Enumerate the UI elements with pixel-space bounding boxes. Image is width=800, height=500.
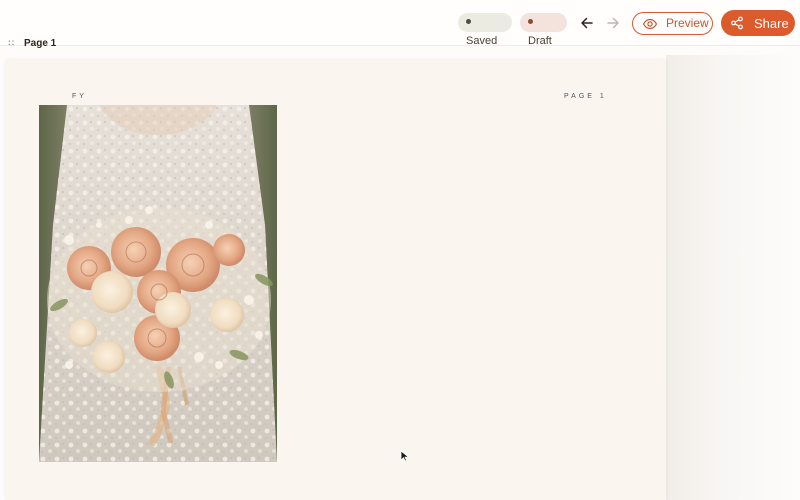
arrow-left-icon (581, 17, 593, 29)
draft-status-badge[interactable]: Draft (520, 13, 567, 47)
bouquet-image (39, 105, 277, 462)
saved-status-badge: Saved (458, 13, 512, 47)
page-canvas[interactable]: FY PAGE 1 (6, 60, 666, 500)
saved-dot-icon (466, 19, 471, 24)
page-header-initials[interactable]: FY (72, 93, 87, 100)
canvas-backdrop (666, 55, 800, 500)
draft-label: Draft (528, 35, 552, 47)
eye-icon (642, 18, 658, 30)
saved-label: Saved (466, 35, 498, 47)
draft-dot-icon (528, 19, 533, 24)
preview-label: Preview (666, 16, 709, 30)
undo-button[interactable] (577, 13, 597, 33)
share-label: Share (754, 16, 789, 31)
preview-button[interactable]: Preview (632, 12, 713, 35)
page-header-number[interactable]: PAGE 1 (564, 93, 607, 100)
drag-handle-icon[interactable]: :: (8, 38, 15, 47)
arrow-right-icon (607, 17, 619, 29)
top-toolbar: Saved Draft Preview Share (0, 0, 800, 47)
mouse-pointer-icon (400, 450, 410, 462)
share-button[interactable]: Share (721, 10, 795, 36)
page-label: Page 1 (24, 38, 57, 49)
redo-button[interactable] (603, 13, 623, 33)
bridal-bouquet-photo[interactable] (39, 105, 277, 462)
share-icon (731, 16, 743, 30)
